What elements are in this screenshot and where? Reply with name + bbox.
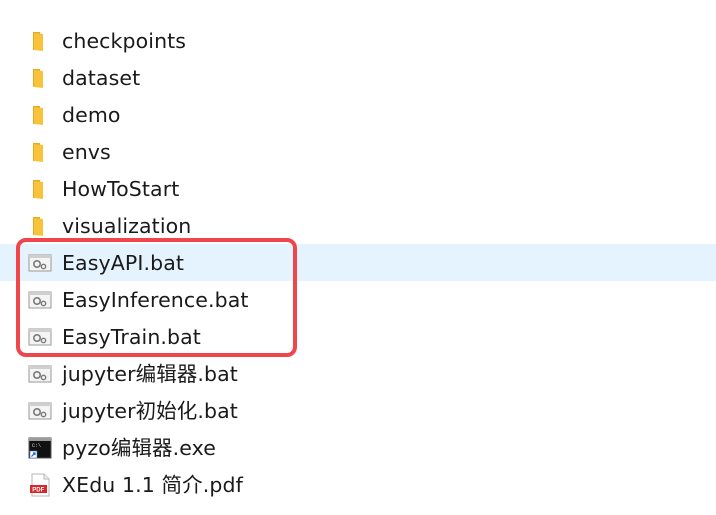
file-row-howtostart[interactable]: HowToStart (0, 170, 716, 207)
file-name: envs (62, 139, 111, 164)
folder-icon (33, 142, 43, 162)
folder-icon (33, 105, 43, 125)
svg-text:PDF: PDF (32, 487, 44, 493)
file-name: visualization (62, 213, 192, 238)
file-row-jupyter-editor[interactable]: jupyter编辑器.bat (0, 355, 716, 392)
file-row-jupyter-init[interactable]: jupyter初始化.bat (0, 392, 716, 429)
batch-file-icon (28, 254, 52, 271)
file-name: demo (62, 102, 121, 127)
file-row-dataset[interactable]: dataset (0, 59, 716, 96)
folder-icon (33, 216, 43, 236)
folder-icon (33, 68, 43, 88)
file-row-visualization[interactable]: visualization (0, 207, 716, 244)
file-list: checkpoints dataset demo envs HowToStart (0, 22, 716, 503)
batch-file-icon (28, 402, 52, 419)
file-row-checkpoints[interactable]: checkpoints (0, 22, 716, 59)
file-row-easytrain[interactable]: EasyTrain.bat (0, 318, 716, 355)
batch-file-icon (28, 291, 52, 308)
file-name: jupyter编辑器.bat (62, 361, 238, 386)
file-row-easyinference[interactable]: EasyInference.bat (0, 281, 716, 318)
file-row-easyapi[interactable]: EasyAPI.bat (0, 244, 716, 281)
file-name: EasyAPI.bat (62, 250, 184, 275)
svg-text:C:\: C:\ (32, 443, 41, 449)
batch-file-icon (28, 365, 52, 382)
file-name: EasyTrain.bat (62, 324, 201, 349)
file-row-envs[interactable]: envs (0, 133, 716, 170)
file-row-pyzo-editor[interactable]: C:\ pyzo编辑器.exe (0, 429, 716, 466)
file-name: XEdu 1.1 简介.pdf (62, 472, 243, 497)
file-name: pyzo编辑器.exe (62, 435, 216, 460)
console-shortcut-icon: C:\ (28, 437, 52, 458)
folder-icon (33, 179, 43, 199)
file-name: checkpoints (62, 28, 187, 53)
file-name: dataset (62, 65, 141, 90)
file-name: EasyInference.bat (62, 287, 249, 312)
file-row-demo[interactable]: demo (0, 96, 716, 133)
batch-file-icon (28, 328, 52, 345)
folder-icon (33, 31, 43, 51)
file-row-xedu-pdf[interactable]: PDF XEdu 1.1 简介.pdf (0, 466, 716, 503)
file-name: HowToStart (62, 176, 180, 201)
file-name: jupyter初始化.bat (62, 398, 238, 423)
pdf-icon: PDF (30, 473, 50, 496)
